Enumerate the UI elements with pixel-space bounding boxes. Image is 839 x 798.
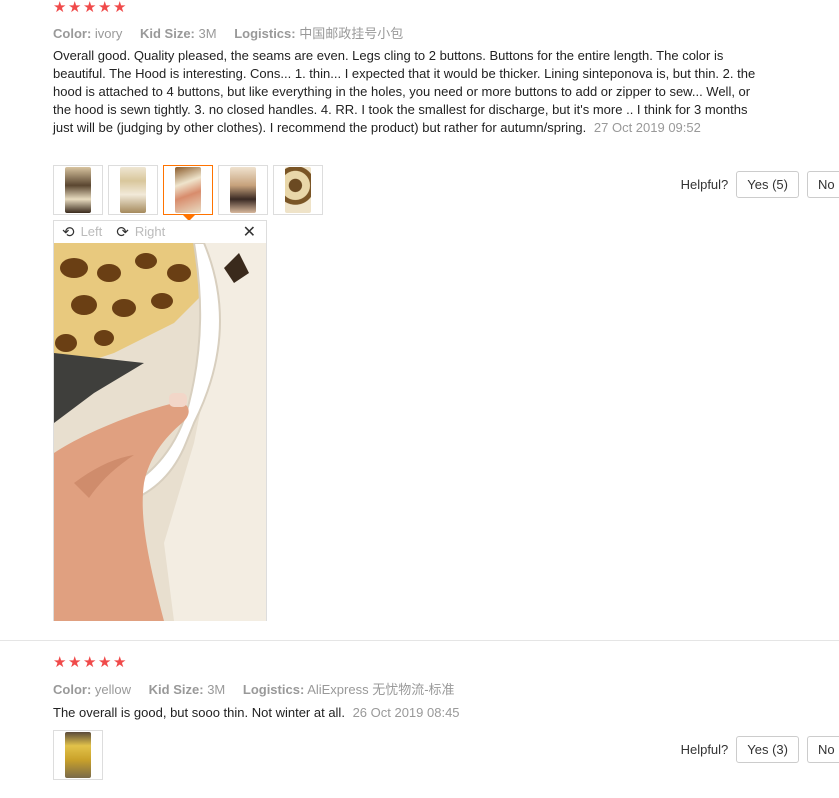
review-meta: Color: yellow Kid Size: 3M Logistics: Al… — [53, 679, 469, 698]
review-text: The overall is good, but sooo thin. Not … — [53, 704, 768, 722]
review-item: ★ ★ ★ ★ ★ Color: yellow Kid Size: 3M Log… — [0, 640, 839, 798]
review-thumbnail[interactable] — [273, 165, 323, 215]
rotate-right-icon[interactable]: ⟳ — [116, 223, 129, 241]
star-icon: ★ — [113, 653, 127, 671]
helpful-label: Helpful? — [680, 177, 729, 192]
rotate-left-label[interactable]: Left — [81, 224, 103, 239]
review-photo — [54, 243, 266, 621]
helpful-yes-button[interactable]: Yes (5) — [736, 171, 799, 198]
helpful-vote: Helpful? Yes (3) No — [681, 736, 839, 763]
star-rating: ★ ★ ★ ★ ★ — [53, 653, 127, 671]
review-thumbnails — [53, 730, 103, 780]
review-text: Overall good. Quality pleased, the seams… — [53, 47, 768, 137]
review-item: ★ ★ ★ ★ ★ Color: ivory Kid Size: 3M Logi… — [0, 0, 839, 640]
star-rating: ★ ★ ★ ★ ★ — [53, 0, 127, 16]
logistics-value: 中国邮政挂号小包 — [299, 26, 404, 41]
review-thumbnail[interactable] — [218, 165, 268, 215]
helpful-label: Helpful? — [680, 742, 729, 757]
logistics-label: Logistics: — [234, 26, 296, 41]
star-icon: ★ — [113, 0, 127, 16]
color-value: ivory — [94, 26, 123, 41]
size-value: 3M — [198, 26, 217, 41]
color-label: Color: — [53, 682, 92, 697]
review-photo-large — [54, 243, 266, 621]
star-icon: ★ — [98, 653, 112, 671]
logistics-value: AliExpress 无忧物流-标准 — [307, 682, 455, 697]
viewer-toolbar: ⟲ Left ⟳ Right ✕ — [54, 221, 266, 242]
color-value: yellow — [94, 682, 132, 697]
helpful-no-button[interactable]: No — [807, 171, 839, 198]
review-date: 27 Oct 2019 09:52 — [593, 120, 701, 135]
review-thumbnail[interactable] — [53, 165, 103, 215]
rotate-right-label[interactable]: Right — [135, 224, 165, 239]
size-value: 3M — [207, 682, 226, 697]
review-thumbnail-active[interactable] — [163, 165, 213, 221]
logistics-label: Logistics: — [242, 682, 305, 697]
rotate-left-icon[interactable]: ⟲ — [62, 223, 75, 241]
close-icon[interactable]: ✕ — [243, 222, 256, 241]
review-thumbnail[interactable] — [108, 165, 158, 215]
star-icon: ★ — [83, 653, 97, 671]
helpful-no-button[interactable]: No — [807, 736, 839, 763]
review-thumbnail[interactable] — [53, 730, 103, 780]
review-date: 26 Oct 2019 08:45 — [352, 705, 460, 720]
star-icon: ★ — [98, 0, 112, 16]
review-thumbnails — [53, 165, 323, 221]
star-icon: ★ — [83, 0, 97, 16]
review-meta: Color: ivory Kid Size: 3M Logistics: 中国邮… — [53, 23, 417, 42]
size-label: Kid Size: — [148, 682, 204, 697]
star-icon: ★ — [53, 653, 67, 671]
helpful-vote: Helpful? Yes (5) No — [681, 171, 839, 198]
star-icon: ★ — [68, 653, 82, 671]
review-body: The overall is good, but sooo thin. Not … — [53, 705, 345, 720]
color-label: Color: — [53, 26, 92, 41]
helpful-yes-button[interactable]: Yes (3) — [736, 736, 799, 763]
star-icon: ★ — [53, 0, 67, 16]
image-viewer: ⟲ Left ⟳ Right ✕ — [53, 220, 267, 621]
size-label: Kid Size: — [139, 26, 195, 41]
star-icon: ★ — [68, 0, 82, 16]
